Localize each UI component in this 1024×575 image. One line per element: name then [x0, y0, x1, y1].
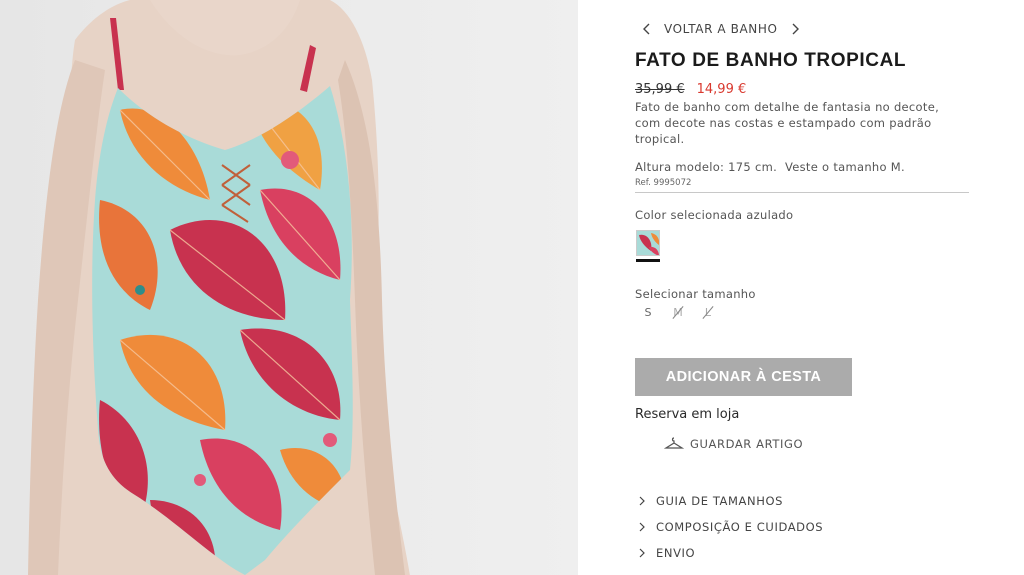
chevron-right-icon: [639, 548, 645, 558]
swatch-selected-indicator: [636, 259, 660, 262]
accordion-size-guide[interactable]: GUIA DE TAMANHOS: [637, 488, 823, 514]
chevron-right-icon[interactable]: [788, 22, 802, 36]
reserve-in-store-link[interactable]: Reserva em loja: [635, 407, 739, 422]
accordion-shipping[interactable]: ENVIO: [637, 540, 823, 566]
divider: [635, 192, 969, 193]
color-label: Color selecionada azulado: [635, 208, 794, 222]
info-accordion: GUIA DE TAMANHOS COMPOSIÇÃO E CUIDADOS E…: [637, 488, 823, 566]
save-item-button[interactable]: GUARDAR ARTIGO: [664, 437, 803, 451]
chevron-left-icon[interactable]: [640, 22, 654, 36]
accordion-label: COMPOSIÇÃO E CUIDADOS: [656, 520, 824, 534]
chevron-right-icon: [639, 522, 645, 532]
swimsuit-illustration: [0, 0, 578, 575]
color-swatch-azulado[interactable]: [636, 230, 660, 262]
old-price: 35,99 €: [635, 82, 685, 97]
size-option-s[interactable]: S: [642, 306, 654, 319]
add-to-cart-button[interactable]: ADICIONAR À CESTA: [635, 358, 852, 396]
product-title: FATO DE BANHO TROPICAL: [635, 50, 907, 71]
size-selector: S M L: [642, 306, 714, 319]
swatch-chip: [636, 230, 660, 256]
product-ref: Ref. 9995072: [635, 178, 692, 188]
breadcrumb: VOLTAR A BANHO: [640, 22, 802, 36]
product-description: Fato de banho com detalhe de fantasia no…: [635, 100, 940, 146]
product-image: [0, 0, 578, 575]
accordion-composition-care[interactable]: COMPOSIÇÃO E CUIDADOS: [637, 514, 823, 540]
sale-price: 14,99 €: [696, 82, 747, 97]
save-item-label: GUARDAR ARTIGO: [690, 437, 804, 451]
price-block: 35,99 € 14,99 €: [635, 82, 746, 97]
accordion-label: GUIA DE TAMANHOS: [656, 494, 784, 508]
size-option-l[interactable]: L: [702, 306, 714, 319]
product-info-panel: VOLTAR A BANHO FATO DE BANHO TROPICAL 35…: [578, 0, 1024, 575]
breadcrumb-back-link[interactable]: VOLTAR A BANHO: [664, 22, 778, 36]
hanger-icon: [664, 437, 684, 449]
size-label: Selecionar tamanho: [635, 287, 756, 301]
chevron-right-icon: [639, 496, 645, 506]
accordion-label: ENVIO: [656, 546, 696, 560]
size-option-m[interactable]: M: [672, 306, 684, 319]
model-info: Altura modelo: 175 cm. Veste o tamanho M…: [635, 160, 905, 174]
